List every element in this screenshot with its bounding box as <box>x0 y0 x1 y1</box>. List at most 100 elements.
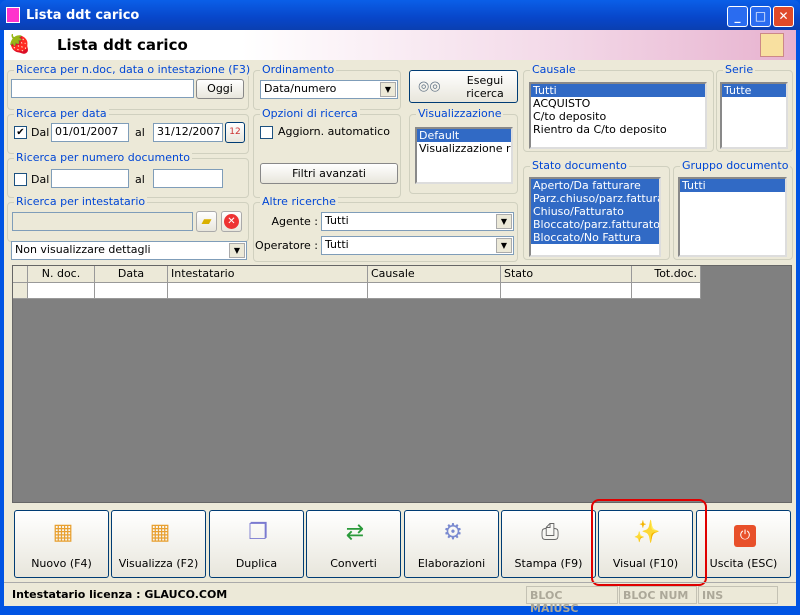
list-item[interactable]: Default <box>417 129 511 142</box>
number-checkbox[interactable] <box>14 173 27 186</box>
maximize-button[interactable]: □ <box>750 6 771 27</box>
date-to-input[interactable]: 31/12/2007 <box>153 123 223 142</box>
processing-button[interactable]: ⚙ Elaborazioni <box>404 510 499 578</box>
group-legend: Ricerca per numero documento <box>14 151 193 164</box>
minimize-button[interactable]: _ <box>727 6 748 27</box>
button-label: Elaborazioni <box>417 557 486 570</box>
convert-icon: ⇄ <box>345 520 365 545</box>
auto-update-checkbox[interactable] <box>260 126 273 139</box>
agent-label: Agente : <box>271 215 318 228</box>
column-header[interactable]: Data <box>95 266 168 283</box>
list-item[interactable]: ACQUISTO <box>531 97 705 110</box>
grid-cell[interactable] <box>168 283 368 299</box>
insert-indicator: INS <box>698 586 778 604</box>
column-header[interactable]: Intestatario <box>168 266 368 283</box>
title-bar: Lista ddt carico _ □ ✕ <box>0 0 800 30</box>
group-legend: Ricerca per intestatario <box>14 195 148 208</box>
printer-icon: ⎙ <box>541 520 559 545</box>
group-legend: Causale <box>530 63 578 76</box>
folder-icon[interactable]: ▰ <box>196 211 217 232</box>
grid-cell[interactable] <box>368 283 501 299</box>
calendar-icon[interactable]: 12 <box>225 122 245 143</box>
execute-search-button[interactable]: ◎◎ Esegui ricerca <box>409 70 518 103</box>
exit-button[interactable]: ⏻ Uscita (ESC) <box>696 510 791 578</box>
page-title: Lista ddt carico <box>57 36 188 54</box>
group-legend: Opzioni di ricerca <box>260 107 360 120</box>
other-searches-group: Altre ricerche Agente : Tutti ▼ Operatore… <box>253 195 518 262</box>
search-holder-group: Ricerca per intestatario ▰ ✕ <box>7 195 249 242</box>
grid-cell[interactable] <box>28 283 95 299</box>
button-label: Converti <box>330 557 377 570</box>
button-label: Uscita (ESC) <box>709 557 778 570</box>
group-legend: Gruppo documento <box>680 159 791 172</box>
list-item[interactable]: Bloccato/No Fattura <box>531 231 659 244</box>
ordering-value: Data/numero <box>264 82 337 95</box>
causale-list[interactable]: Tutti ACQUISTO C/to deposito Rientro da … <box>529 82 707 149</box>
search-label-2: ricerca <box>466 87 504 100</box>
duplicate-button[interactable]: ❐ Duplica <box>209 510 304 578</box>
group-legend: Altre ricerche <box>260 195 338 208</box>
group-legend: Stato documento <box>530 159 629 172</box>
row-selector[interactable] <box>13 283 28 299</box>
header-band: 🍓 Lista ddt carico <box>4 30 796 60</box>
holder-input[interactable] <box>12 212 193 231</box>
chevron-down-icon: ▼ <box>496 214 512 229</box>
agent-value: Tutti <box>325 214 349 227</box>
column-header[interactable]: Stato <box>501 266 632 283</box>
operator-select[interactable]: Tutti ▼ <box>321 236 514 255</box>
group-legend: Ricerca per data <box>14 107 109 120</box>
grid-cell[interactable] <box>632 283 701 299</box>
search-number-group: Ricerca per numero documento Dal al <box>7 151 249 198</box>
results-grid[interactable]: N. doc. Data Intestatario Causale Stato … <box>12 265 792 503</box>
column-header[interactable]: Tot.doc. <box>632 266 701 283</box>
advanced-filters-button[interactable]: Filtri avanzati <box>260 163 398 184</box>
number-to-input[interactable] <box>153 169 223 188</box>
column-header[interactable]: Causale <box>368 266 501 283</box>
convert-button[interactable]: ⇄ Converti <box>306 510 401 578</box>
list-item[interactable]: Tutte <box>722 84 786 97</box>
list-item[interactable]: Tutti <box>531 84 705 97</box>
search-input[interactable] <box>11 79 194 98</box>
list-item[interactable]: Rientro da C/to deposito <box>531 123 705 136</box>
close-button[interactable]: ✕ <box>773 6 794 27</box>
button-label: Duplica <box>235 557 278 570</box>
grid-cell[interactable] <box>95 283 168 299</box>
stato-list[interactable]: Aperto/Da fatturare Parz.chiuso/parz.fat… <box>529 177 661 257</box>
number-from-input[interactable] <box>51 169 129 188</box>
ordering-select[interactable]: Data/numero ▼ <box>260 80 398 99</box>
list-item[interactable]: Bloccato/parz.fatturato <box>531 218 659 231</box>
column-header[interactable]: N. doc. <box>28 266 95 283</box>
new-button[interactable]: ▦ Nuovo (F4) <box>14 510 109 578</box>
clear-icon[interactable]: ✕ <box>221 211 242 232</box>
list-item[interactable]: Tutti <box>680 179 785 192</box>
button-label: Stampa (F9) <box>514 557 583 570</box>
serie-list[interactable]: Tutte <box>720 82 788 149</box>
group-legend: Visualizzazione <box>416 107 504 120</box>
from-label: Dal <box>31 126 50 139</box>
gruppo-list[interactable]: Tutti <box>678 177 787 257</box>
list-item[interactable]: C/to deposito <box>531 110 705 123</box>
search-date-group: Ricerca per data ✔ Dal 01/01/2007 al 31/… <box>7 107 249 154</box>
date-checkbox[interactable]: ✔ <box>14 126 27 139</box>
date-from-input[interactable]: 01/01/2007 <box>51 123 129 142</box>
list-item[interactable]: Visualizzazione raggruppata <box>417 142 511 155</box>
agent-select[interactable]: Tutti ▼ <box>321 212 514 231</box>
list-item[interactable]: Parz.chiuso/parz.fatturato <box>531 192 659 205</box>
table-add-icon: ▦ <box>52 520 74 545</box>
stato-group: Stato documento Aperto/Da fatturare Parz… <box>523 159 670 260</box>
auto-update-label: Aggiorn. automatico <box>278 125 390 138</box>
client-area: 🍓 Lista ddt carico Ricerca per n.doc, da… <box>4 30 796 615</box>
window-title: Lista ddt carico <box>26 8 140 23</box>
table-search-icon: ▦ <box>149 520 171 545</box>
view-list[interactable]: Default Visualizzazione raggruppata <box>415 127 513 184</box>
list-item[interactable]: Aperto/Da fatturare <box>531 179 659 192</box>
view-button[interactable]: ▦ Visualizza (F2) <box>111 510 206 578</box>
list-item[interactable]: Chiuso/Fatturato <box>531 205 659 218</box>
chevron-down-icon: ▼ <box>229 243 245 258</box>
print-button[interactable]: ⎙ Stampa (F9) <box>501 510 596 578</box>
grid-cell[interactable] <box>501 283 632 299</box>
num-lock-indicator: BLOC NUM <box>619 586 697 604</box>
operator-label: Operatore : <box>255 239 318 252</box>
details-select[interactable]: Non visualizzare dettagli ▼ <box>11 241 247 260</box>
today-button[interactable]: Oggi <box>196 79 244 99</box>
